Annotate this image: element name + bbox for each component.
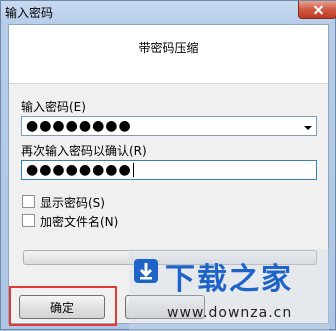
- watermark-url: www.downza.cn: [167, 305, 293, 321]
- confirm-masked-value: ●●●●●●●●: [26, 162, 132, 178]
- text-caret: [132, 163, 134, 177]
- download-logo-icon: [134, 259, 158, 283]
- window-title: 输入密码: [5, 6, 54, 20]
- confirm-password-label: 再次输入密码以确认(R): [21, 144, 147, 158]
- ok-button-highlight: [9, 286, 117, 326]
- confirm-password-field[interactable]: ●●●●●●●●: [21, 160, 317, 180]
- chevron-down-icon[interactable]: [304, 126, 312, 130]
- encrypt-filenames-label: 加密文件名(N): [40, 215, 119, 229]
- show-password-checkbox[interactable]: [22, 195, 35, 208]
- watermark-brand: 下载之家: [165, 262, 293, 297]
- encrypt-filenames-checkbox[interactable]: [22, 214, 35, 227]
- title-bar[interactable]: 输入密码: [1, 1, 336, 23]
- header-area: 带密码压缩: [9, 25, 328, 84]
- password-dialog-window: 输入密码 带密码压缩 输入密码(E) ●●●●●●●● 再次输入密码以确认(R)…: [0, 0, 336, 331]
- password-masked-value: ●●●●●●●●: [26, 118, 132, 134]
- password-field[interactable]: ●●●●●●●●: [21, 116, 317, 136]
- show-password-label: 显示密码(S): [40, 196, 105, 210]
- dialog-heading: 带密码压缩: [138, 41, 199, 55]
- close-icon[interactable]: [298, 1, 336, 19]
- watermark: 下载之家 www.downza.cn: [129, 249, 329, 331]
- password-label: 输入密码(E): [21, 100, 86, 114]
